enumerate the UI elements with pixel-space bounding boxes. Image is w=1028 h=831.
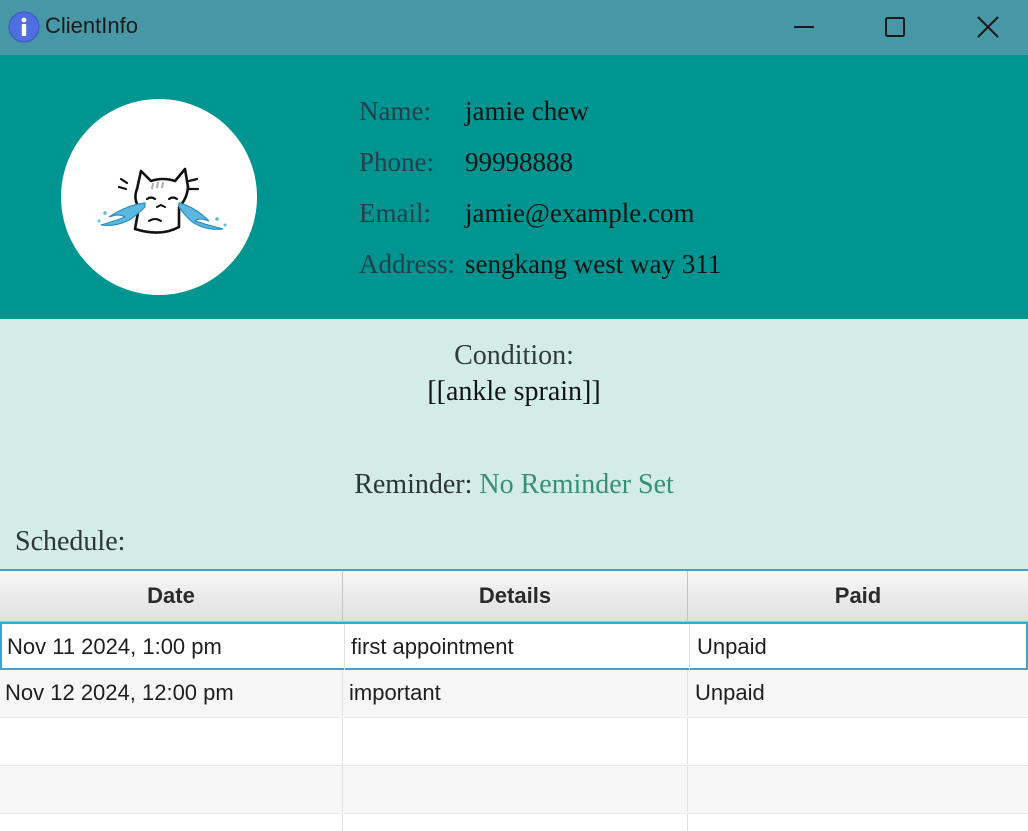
details-cell: important (343, 670, 688, 716)
reminder-line: Reminder: No Reminder Set (0, 469, 1028, 501)
crying-cat-icon (97, 167, 227, 234)
address-value: sengkang west way 311 (465, 249, 722, 279)
details-cell: first appointment (345, 624, 690, 670)
date-cell: Nov 12 2024, 12:00 pm (0, 670, 343, 716)
name-label: Name: (359, 96, 431, 126)
paid-cell: Unpaid (695, 680, 765, 705)
column-header-details[interactable]: Details (343, 571, 688, 621)
empty-cell (343, 718, 688, 764)
empty-cell (688, 814, 1028, 831)
maximize-button[interactable] (871, 8, 919, 46)
empty-table-row (0, 814, 1028, 831)
empty-cell (343, 766, 688, 812)
column-header-date[interactable]: Date (0, 571, 343, 621)
empty-cell (0, 766, 343, 812)
table-row[interactable]: Nov 11 2024, 1:00 pm first appointment U… (0, 622, 1028, 670)
table-row[interactable]: Nov 12 2024, 12:00 pm important Unpaid (0, 670, 1028, 718)
email-value: jamie@example.com (465, 198, 695, 228)
client-header: Name: jamie chew Phone: 99998888 Email: … (0, 55, 1028, 319)
paid-cell: Unpaid (697, 634, 767, 659)
empty-cell (0, 814, 343, 831)
date-cell: Nov 11 2024, 1:00 pm (2, 624, 345, 670)
window-title: ClientInfo (45, 13, 138, 38)
empty-table-row (0, 766, 1028, 814)
empty-cell (688, 766, 1028, 812)
condition-value: [[ankle sprain]] (427, 376, 601, 407)
column-header-paid[interactable]: Paid (688, 571, 1028, 621)
minimize-icon (793, 16, 815, 38)
phone-label: Phone: (359, 147, 435, 177)
reminder-label: Reminder: (354, 469, 473, 500)
close-button[interactable] (964, 8, 1012, 46)
phone-value: 99998888 (465, 147, 573, 177)
title-bar: ClientInfo (0, 0, 1028, 55)
schedule-label: Schedule: (15, 526, 126, 557)
avatar (61, 99, 257, 295)
minimize-button[interactable] (780, 8, 828, 46)
info-icon (8, 11, 40, 43)
empty-cell (0, 718, 343, 764)
empty-cell (343, 814, 688, 831)
table-header: Date Details Paid (0, 571, 1028, 622)
maximize-icon (884, 16, 906, 38)
empty-cell (688, 718, 1028, 764)
reminder-value: No Reminder Set (479, 469, 674, 500)
empty-table-row (0, 718, 1028, 766)
name-value: jamie chew (465, 96, 589, 126)
condition-label: Condition: (454, 340, 574, 371)
email-label: Email: (359, 198, 431, 228)
schedule-table[interactable]: Date Details Paid Nov 11 2024, 1:00 pm f… (0, 569, 1028, 831)
close-icon (976, 15, 1000, 39)
address-label: Address: (359, 249, 455, 279)
